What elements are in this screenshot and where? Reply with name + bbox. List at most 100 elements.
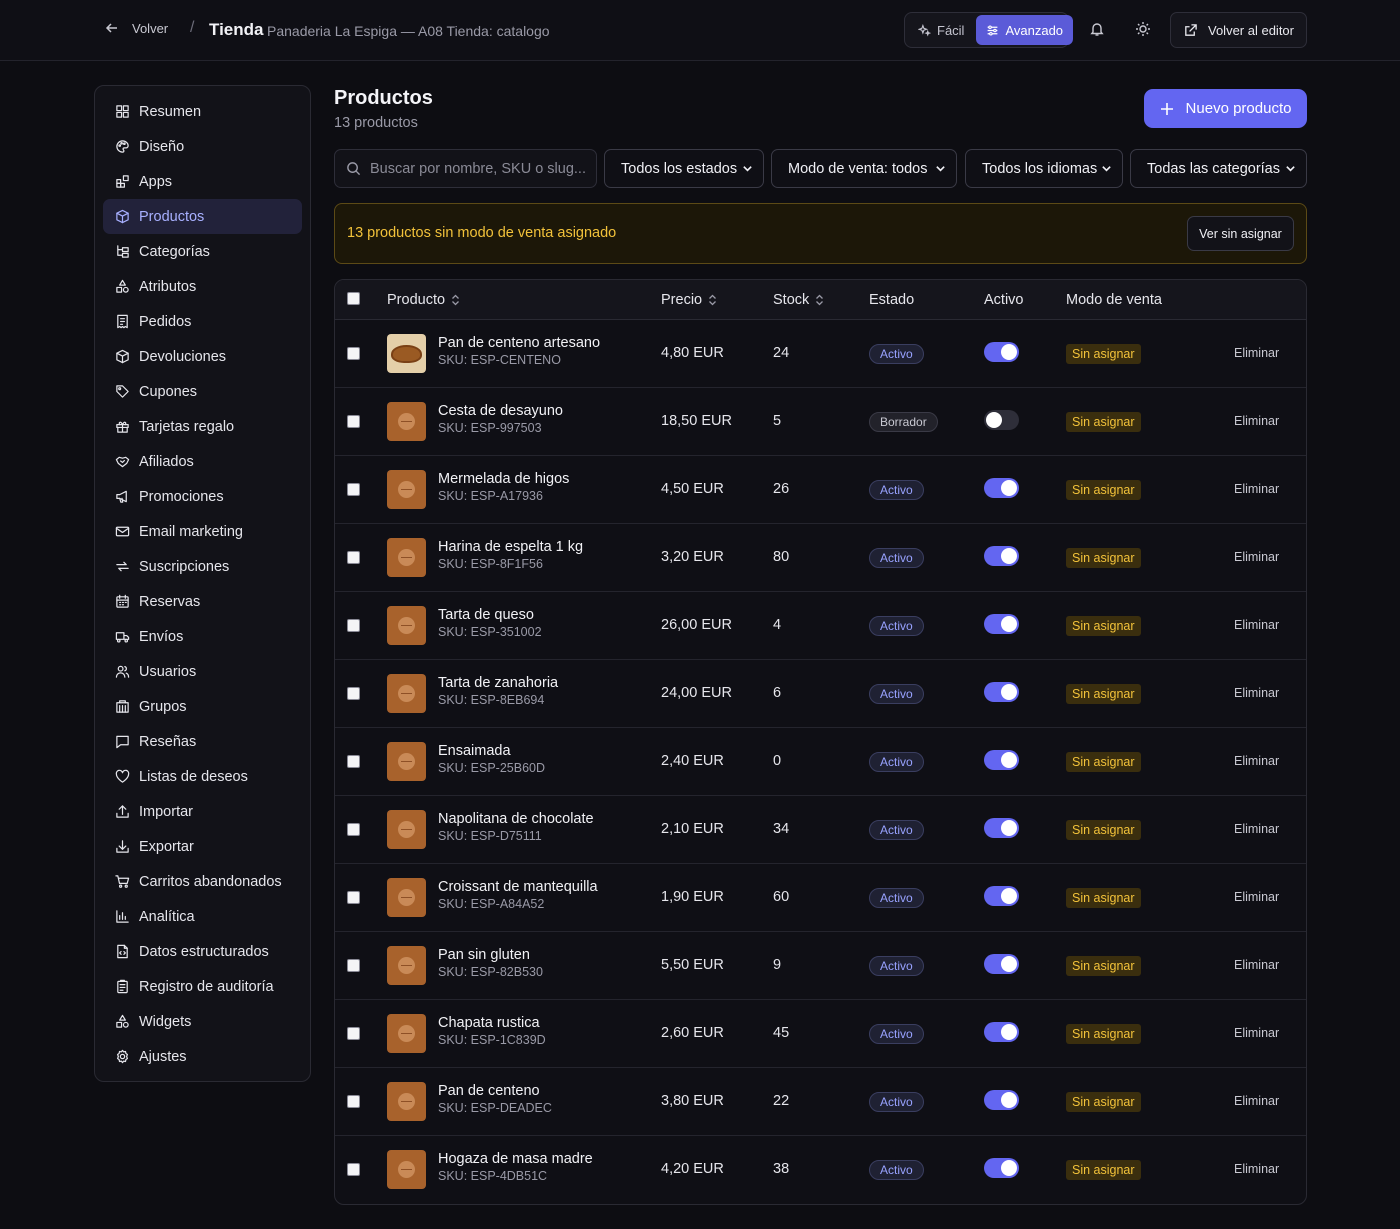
sidebar-item-resumen[interactable]: Resumen (103, 94, 302, 129)
table-row[interactable]: Chapata rustica SKU: ESP-1C839D 2,60 EUR 45… (335, 1000, 1306, 1068)
sale-mode-badge[interactable]: Sin asignar (1066, 344, 1141, 364)
sale-mode-badge[interactable]: Sin asignar (1066, 548, 1141, 568)
sale-mode-badge[interactable]: Sin asignar (1066, 480, 1141, 500)
product-name[interactable]: Cesta de desayuno (438, 403, 563, 419)
delete-button[interactable]: Eliminar (1234, 1162, 1279, 1176)
sidebar-item-listas-de-deseos[interactable]: Listas de deseos (103, 759, 302, 794)
sidebar-item-carritos-abandonados[interactable]: Carritos abandonados (103, 864, 302, 899)
search-input[interactable] (370, 160, 590, 177)
row-checkbox[interactable] (347, 415, 360, 428)
sidebar-item-atributos[interactable]: Atributos (103, 269, 302, 304)
sidebar-item-analitica[interactable]: Analítica (103, 899, 302, 934)
row-checkbox[interactable] (347, 687, 360, 700)
sidebar-item-exportar[interactable]: Exportar (103, 829, 302, 864)
sidebar-item-afiliados[interactable]: Afiliados (103, 444, 302, 479)
delete-button[interactable]: Eliminar (1234, 1094, 1279, 1108)
delete-button[interactable]: Eliminar (1234, 618, 1279, 632)
view-unassigned-button[interactable]: Ver sin asignar (1187, 216, 1294, 251)
active-toggle[interactable] (984, 342, 1019, 362)
table-row[interactable]: Cesta de desayuno SKU: ESP-997503 18,50 EU… (335, 388, 1306, 456)
sidebar-item-pedidos[interactable]: Pedidos (103, 304, 302, 339)
mode-advanced-button[interactable]: Avanzado (976, 15, 1074, 45)
sidebar-item-datos-estructurados[interactable]: Datos estructurados (103, 934, 302, 969)
table-row[interactable]: Harina de espelta 1 kg SKU: ESP-8F1F56 3,2… (335, 524, 1306, 592)
sale-mode-badge[interactable]: Sin asignar (1066, 684, 1141, 704)
sidebar-item-cupones[interactable]: Cupones (103, 374, 302, 409)
sidebar-item-envios[interactable]: Envíos (103, 619, 302, 654)
back-button[interactable]: Volver (104, 20, 168, 36)
back-to-editor-button[interactable]: Volver al editor (1170, 12, 1307, 48)
delete-button[interactable]: Eliminar (1234, 958, 1279, 972)
active-toggle[interactable] (984, 1158, 1019, 1178)
table-row[interactable]: Ensaimada SKU: ESP-25B60D 2,40 EUR 0 Activo S… (335, 728, 1306, 796)
sale-mode-badge[interactable]: Sin asignar (1066, 888, 1141, 908)
delete-button[interactable]: Eliminar (1234, 822, 1279, 836)
delete-button[interactable]: Eliminar (1234, 550, 1279, 564)
sale-mode-badge[interactable]: Sin asignar (1066, 820, 1141, 840)
sidebar-item-promociones[interactable]: Promociones (103, 479, 302, 514)
select-all-checkbox[interactable] (347, 292, 360, 305)
product-name[interactable]: Tarta de zanahoria (438, 675, 558, 691)
sale-mode-badge[interactable]: Sin asignar (1066, 956, 1141, 976)
sidebar-item-registro-de-auditoria[interactable]: Registro de auditoría (103, 969, 302, 1004)
active-toggle[interactable] (984, 1022, 1019, 1042)
sale-mode-badge[interactable]: Sin asignar (1066, 1160, 1141, 1180)
table-row[interactable]: Tarta de queso SKU: ESP-351002 26,00 EUR 4 A… (335, 592, 1306, 660)
table-row[interactable]: Hogaza de masa madre SKU: ESP-4DB51C 4,20 … (335, 1136, 1306, 1204)
row-checkbox[interactable] (347, 483, 360, 496)
sidebar-item-suscripciones[interactable]: Suscripciones (103, 549, 302, 584)
row-checkbox[interactable] (347, 551, 360, 564)
active-toggle[interactable] (984, 750, 1019, 770)
sidebar-item-reservas[interactable]: Reservas (103, 584, 302, 619)
active-toggle[interactable] (984, 546, 1019, 566)
active-toggle[interactable] (984, 818, 1019, 838)
sale-mode-badge[interactable]: Sin asignar (1066, 616, 1141, 636)
sidebar-item-grupos[interactable]: Grupos (103, 689, 302, 724)
active-toggle[interactable] (984, 478, 1019, 498)
product-name[interactable]: Pan de centeno (438, 1083, 540, 1099)
row-checkbox[interactable] (347, 1027, 360, 1040)
row-checkbox[interactable] (347, 1163, 360, 1176)
table-row[interactable]: Tarta de zanahoria SKU: ESP-8EB694 24,00 E… (335, 660, 1306, 728)
sidebar-item-widgets[interactable]: Widgets (103, 1004, 302, 1039)
sidebar-item-importar[interactable]: Importar (103, 794, 302, 829)
category-filter-select[interactable]: Todas las categorías (1130, 149, 1307, 188)
sidebar-item-productos[interactable]: Productos (103, 199, 302, 234)
delete-button[interactable]: Eliminar (1234, 482, 1279, 496)
row-checkbox[interactable] (347, 347, 360, 360)
product-name[interactable]: Ensaimada (438, 743, 511, 759)
product-name[interactable]: Tarta de queso (438, 607, 534, 623)
row-checkbox[interactable] (347, 959, 360, 972)
row-checkbox[interactable] (347, 823, 360, 836)
table-row[interactable]: Mermelada de higos SKU: ESP-A17936 4,50 EU… (335, 456, 1306, 524)
row-checkbox[interactable] (347, 755, 360, 768)
row-checkbox[interactable] (347, 1095, 360, 1108)
table-row[interactable]: Pan de centeno artesano SKU: ESP-CENTENO 4… (335, 320, 1306, 388)
column-header-price[interactable]: Precio (661, 292, 717, 308)
sidebar-item-diseno[interactable]: Diseño (103, 129, 302, 164)
sale-mode-badge[interactable]: Sin asignar (1066, 412, 1141, 432)
active-toggle[interactable] (984, 682, 1019, 702)
sidebar-item-categorias[interactable]: Categorías (103, 234, 302, 269)
product-name[interactable]: Napolitana de chocolate (438, 811, 594, 827)
active-toggle[interactable] (984, 410, 1019, 430)
active-toggle[interactable] (984, 1090, 1019, 1110)
delete-button[interactable]: Eliminar (1234, 754, 1279, 768)
product-name[interactable]: Croissant de mantequilla (438, 879, 598, 895)
product-name[interactable]: Harina de espelta 1 kg (438, 539, 583, 555)
sale-mode-badge[interactable]: Sin asignar (1066, 752, 1141, 772)
column-header-stock[interactable]: Stock (773, 292, 824, 308)
product-name[interactable]: Hogaza de masa madre (438, 1151, 593, 1167)
table-row[interactable]: Napolitana de chocolate SKU: ESP-D75111 2,… (335, 796, 1306, 864)
sidebar-item-devoluciones[interactable]: Devoluciones (103, 339, 302, 374)
sidebar-item-ajustes[interactable]: Ajustes (103, 1039, 302, 1074)
delete-button[interactable]: Eliminar (1234, 686, 1279, 700)
active-toggle[interactable] (984, 886, 1019, 906)
sale-mode-filter-select[interactable]: Modo de venta: todos (771, 149, 957, 188)
table-row[interactable]: Croissant de mantequilla SKU: ESP-A84A52 1… (335, 864, 1306, 932)
notifications-button[interactable] (1086, 18, 1108, 40)
column-header-product[interactable]: Producto (387, 292, 460, 308)
sidebar-item-usuarios[interactable]: Usuarios (103, 654, 302, 689)
active-toggle[interactable] (984, 954, 1019, 974)
delete-button[interactable]: Eliminar (1234, 346, 1279, 360)
